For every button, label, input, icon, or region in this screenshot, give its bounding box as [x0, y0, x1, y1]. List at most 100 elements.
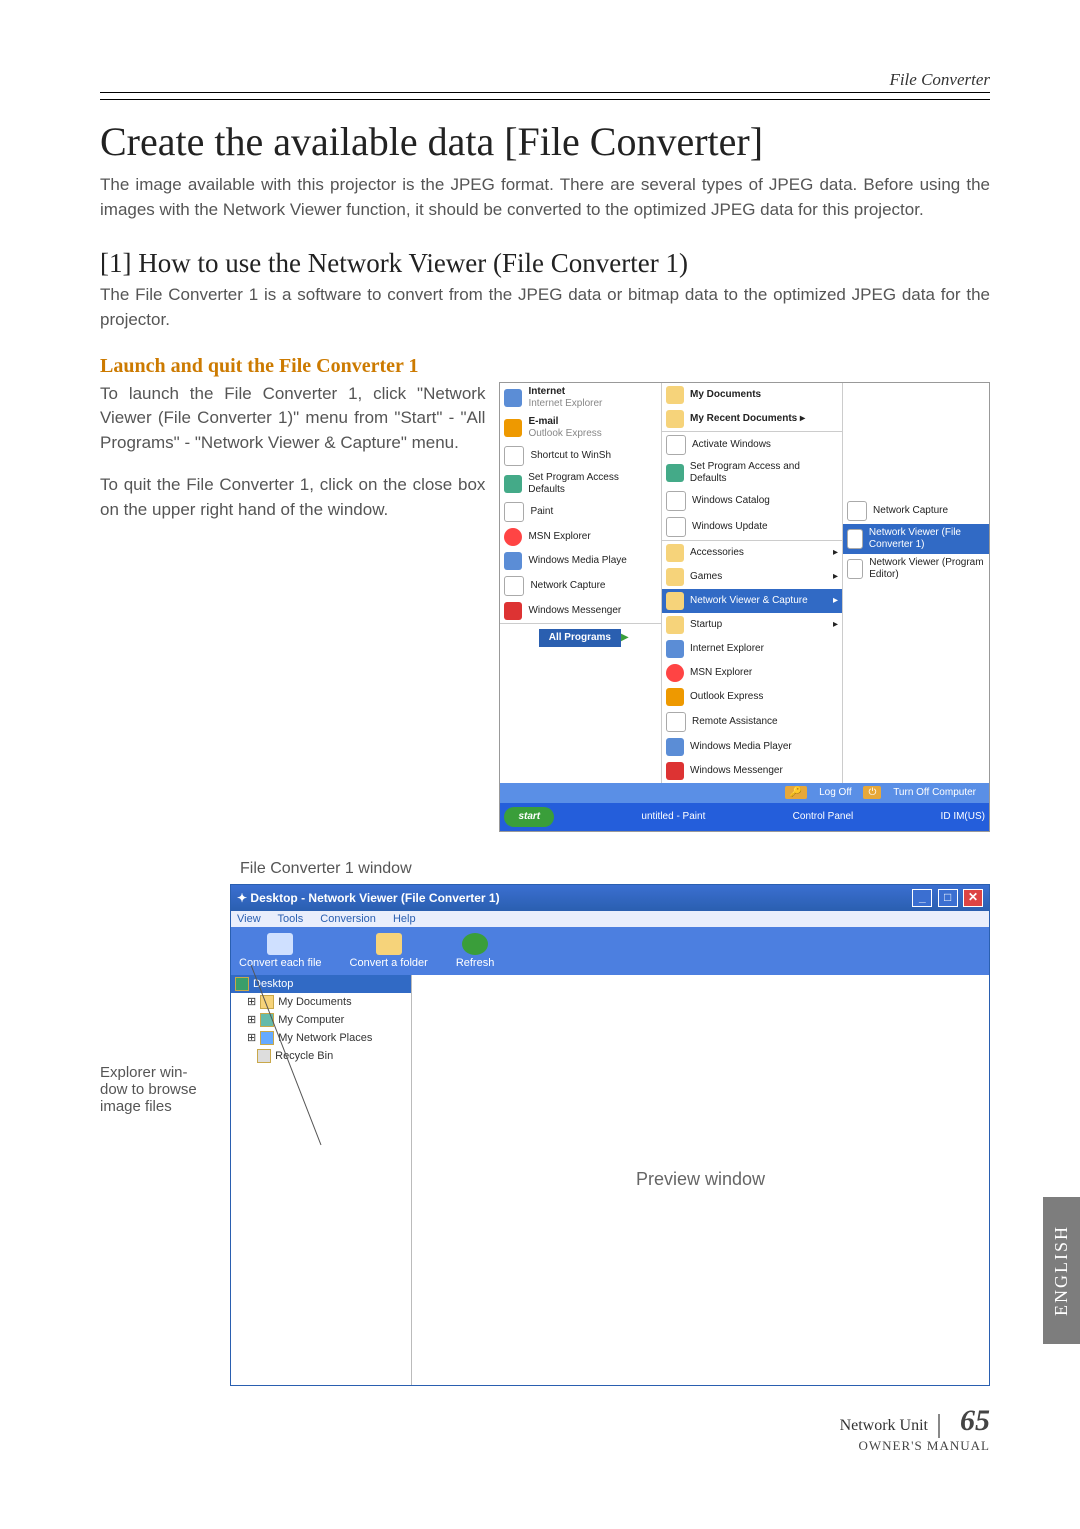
tool-refresh-label: Refresh: [456, 957, 495, 969]
taskbar: start untitled - Paint Control Panel ID …: [500, 803, 989, 831]
convert-folder-button[interactable]: Convert a folder: [350, 933, 428, 969]
taskbar-item-paint[interactable]: untitled - Paint: [641, 811, 705, 823]
tool-folder-label: Convert a folder: [350, 957, 428, 969]
turnoff-label[interactable]: Turn Off Computer: [888, 786, 981, 799]
sub-winmsg[interactable]: Windows Messenger: [690, 765, 783, 777]
fc-toolbar: Convert each file Convert a folder Refre…: [231, 927, 989, 975]
c3-netcap-icon: [847, 501, 867, 521]
close-button[interactable]: ✕: [963, 889, 983, 907]
start-button[interactable]: start: [504, 807, 554, 827]
wmp-icon: [504, 552, 522, 570]
start-winmsg[interactable]: Windows Messenger: [528, 605, 621, 617]
start-email[interactable]: E-mail: [528, 416, 558, 427]
mydocs-icon: [666, 386, 684, 404]
c3-fc1[interactable]: Network Viewer (File Converter 1): [869, 527, 985, 551]
sub-acc[interactable]: Accessories: [690, 547, 744, 559]
turnoff-button[interactable]: ⏻: [863, 786, 881, 799]
app-icon: ✦: [237, 891, 247, 905]
start-setprog[interactable]: Set Program Access Defaults: [528, 472, 657, 496]
msn2-icon: [666, 664, 684, 682]
sub-winupd[interactable]: Windows Update: [692, 521, 768, 533]
sub-nvc[interactable]: Network Viewer & Capture: [690, 595, 808, 607]
start-internet-sub: Internet Explorer: [528, 398, 602, 409]
fc-titlebar: ✦ Desktop - Network Viewer (File Convert…: [231, 885, 989, 911]
menu-view[interactable]: View: [237, 913, 261, 925]
page-title: Create the available data [File Converte…: [100, 118, 990, 165]
explorer-tree[interactable]: Desktop ⊞ My Documents ⊞ My Computer ⊞ M…: [231, 975, 412, 1385]
all-programs-button[interactable]: All Programs: [539, 629, 621, 647]
logoff-bar: 🔑 Log Off ⏻ Turn Off Computer: [500, 783, 989, 803]
start-menu-screenshot: InternetInternet Explorer E-mailOutlook …: [499, 382, 990, 832]
sub-startup[interactable]: Startup: [690, 619, 722, 631]
page-header: File Converter: [100, 70, 990, 100]
footer-network-unit: Network Unit: [840, 1417, 928, 1434]
remote-icon: [666, 712, 686, 732]
sub-outlook[interactable]: Outlook Express: [690, 691, 763, 703]
start-email-sub: Outlook Express: [528, 428, 601, 439]
c3-progedit[interactable]: Network Viewer (Program Editor): [869, 557, 985, 581]
sub-msn[interactable]: MSN Explorer: [690, 667, 752, 679]
recent-icon: [666, 410, 684, 428]
intro-paragraph: The image available with this projector …: [100, 173, 990, 222]
sub-wincat[interactable]: Windows Catalog: [692, 495, 770, 507]
fc-menubar: View Tools Conversion Help: [231, 911, 989, 927]
email-icon: [504, 419, 522, 437]
page-number: 65: [960, 1404, 990, 1437]
sub-remote[interactable]: Remote Assistance: [692, 716, 778, 728]
launch-quit-heading: Launch and quit the File Converter 1: [100, 355, 990, 378]
sub-wmp[interactable]: Windows Media Player: [690, 741, 792, 753]
outlook-icon: [666, 688, 684, 706]
file-icon: [267, 933, 293, 955]
refresh-button[interactable]: Refresh: [456, 933, 495, 969]
logoff-button[interactable]: 🔑: [785, 786, 807, 799]
launch-paragraph: To launch the File Converter 1, click "N…: [100, 382, 485, 456]
c3-netcap[interactable]: Network Capture: [873, 505, 948, 517]
taskbar-tray[interactable]: ID IM(US): [941, 811, 985, 823]
section-1-title: [1] How to use the Network Viewer (File …: [100, 248, 990, 279]
games-icon: [666, 568, 684, 586]
quit-paragraph: To quit the File Converter 1, click on t…: [100, 473, 485, 522]
sub-mydocs[interactable]: My Documents: [690, 389, 761, 401]
section-1-body: The File Converter 1 is a software to co…: [100, 283, 990, 332]
language-tab: ENGLISH: [1043, 1197, 1080, 1344]
start-netcap[interactable]: Network Capture: [530, 580, 605, 592]
winupd-icon: [666, 517, 686, 537]
preview-window: Preview window: [412, 975, 989, 1385]
msn-icon: [504, 528, 522, 546]
callout-arrow-icon: [221, 955, 341, 1155]
file-converter-window: ✦ Desktop - Network Viewer (File Convert…: [230, 884, 990, 1386]
footer-owners-manual: OWNER'S MANUAL: [100, 1438, 990, 1454]
netcap-icon: [504, 576, 524, 596]
internet-icon: [504, 389, 522, 407]
maximize-button[interactable]: □: [938, 889, 958, 907]
menu-conversion[interactable]: Conversion: [320, 913, 376, 925]
minimize-button[interactable]: _: [912, 889, 932, 907]
setprog2-icon: [666, 464, 684, 482]
page-footer: Network Unit 65 OWNER'S MANUAL: [100, 1404, 990, 1454]
wmp2-icon: [666, 738, 684, 756]
explorer-description: Explorer win- dow to browse image files: [100, 884, 230, 1115]
winmsg-icon: [504, 602, 522, 620]
sub-setprog[interactable]: Set Program Access and Defaults: [690, 461, 838, 485]
c3-fc1-icon: [847, 529, 863, 549]
start-wmp[interactable]: Windows Media Playe: [528, 555, 626, 567]
fc-title: Desktop - Network Viewer (File Converter…: [250, 891, 499, 905]
start-msn[interactable]: MSN Explorer: [528, 531, 590, 543]
start-paint[interactable]: Paint: [530, 506, 553, 518]
sub-recent[interactable]: My Recent Documents ▸: [690, 413, 805, 425]
logoff-label[interactable]: Log Off: [814, 786, 857, 799]
sub-games[interactable]: Games: [690, 571, 722, 583]
menu-help[interactable]: Help: [393, 913, 416, 925]
acc-icon: [666, 544, 684, 562]
sub-ie[interactable]: Internet Explorer: [690, 643, 764, 655]
start-shortcut[interactable]: Shortcut to WinSh: [530, 450, 611, 462]
start-internet[interactable]: Internet: [528, 386, 565, 397]
sub-activate[interactable]: Activate Windows: [692, 439, 771, 451]
fc-window-caption: File Converter 1 window: [240, 860, 990, 878]
header-right-label: File Converter: [889, 70, 990, 89]
ie-icon: [666, 640, 684, 658]
taskbar-item-controlpanel[interactable]: Control Panel: [793, 811, 854, 823]
menu-tools[interactable]: Tools: [278, 913, 304, 925]
setprog-icon: [504, 475, 522, 493]
wincat-icon: [666, 491, 686, 511]
